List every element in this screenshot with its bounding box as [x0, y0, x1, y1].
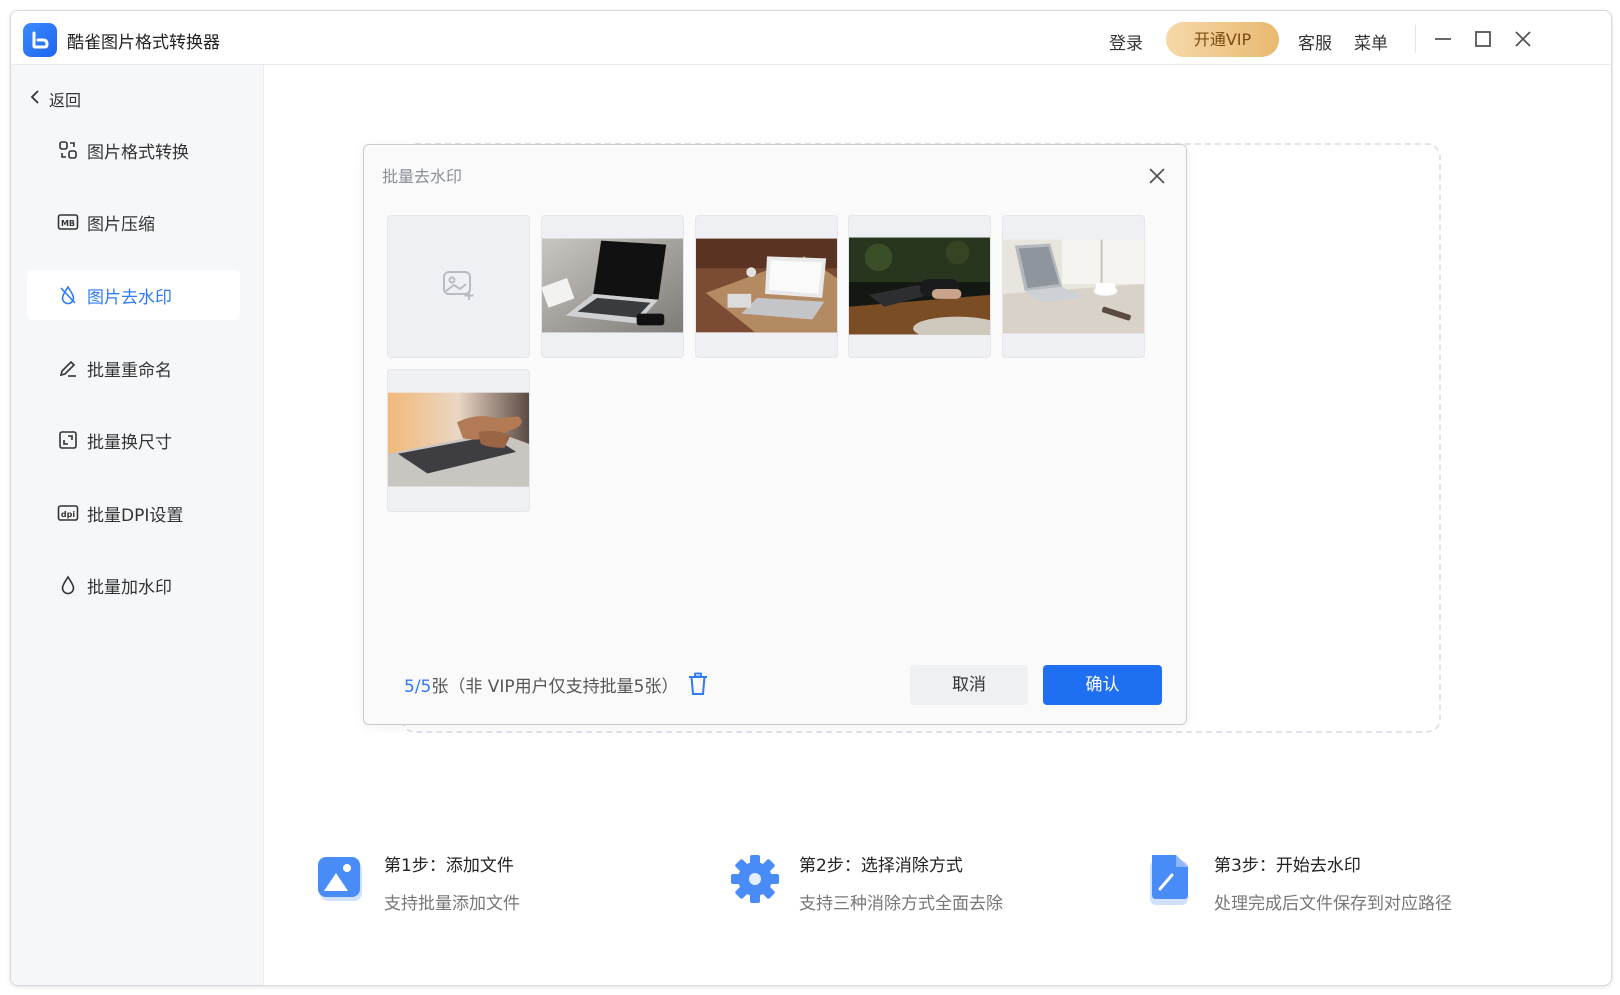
vip-button[interactable]: 开通VIP: [1166, 22, 1279, 57]
chevron-left-icon: [29, 89, 41, 109]
trash-icon[interactable]: [687, 672, 709, 696]
drop-icon: [57, 574, 79, 596]
laptop-photo: [542, 238, 683, 333]
image-thumbnail[interactable]: [1002, 215, 1145, 358]
image-add-icon: [442, 269, 476, 305]
app-title: 酷雀图片格式转换器: [67, 33, 220, 53]
pen-icon: [57, 357, 79, 379]
sidebar-item-add-watermark[interactable]: 批量加水印: [27, 560, 240, 610]
app-window: 酷雀图片格式转换器 登录 开通VIP 客服 菜单 返回 图片格式转换 MB 图片…: [10, 10, 1612, 986]
sidebar: 返回 图片格式转换 MB 图片压缩 图片去水印 批量重命名 批量换尺寸 dpi …: [11, 65, 264, 985]
laptop-photo: [696, 238, 837, 333]
mb-compress-icon: MB: [57, 211, 79, 233]
step-desc: 支持批量添加文件: [384, 894, 520, 914]
sidebar-item-resize[interactable]: 批量换尺寸: [27, 415, 240, 465]
count-note: 张（非 VIP用户仅支持批量5张）: [431, 677, 679, 697]
customer-service-link[interactable]: 客服: [1298, 29, 1332, 54]
sidebar-item-compress[interactable]: MB 图片压缩: [27, 197, 240, 247]
image-thumbnail[interactable]: [541, 215, 684, 358]
app-logo-icon: [23, 23, 57, 57]
batch-remove-watermark-dialog: 批量去水印 5/5张（非 VIP用户仅支持批量5张） 取消 确认: [363, 144, 1187, 725]
selection-count: 5/5张（非 VIP用户仅支持批量5张）: [404, 672, 678, 697]
svg-text:MB: MB: [61, 219, 75, 228]
sidebar-item-rename[interactable]: 批量重命名: [27, 343, 240, 393]
sidebar-item-label: 批量换尺寸: [87, 432, 172, 453]
laptop-photo: [849, 237, 990, 335]
count-current: 5/5: [404, 677, 432, 697]
divider: [1415, 25, 1416, 53]
minimize-icon[interactable]: [1431, 27, 1455, 51]
confirm-button[interactable]: 确认: [1043, 665, 1162, 705]
laptop-photo: [388, 392, 529, 487]
step-desc: 处理完成后文件保存到对应路径: [1214, 894, 1452, 914]
step-title: 第1步：添加文件: [384, 856, 514, 876]
add-image-tile[interactable]: [387, 215, 530, 358]
no-watermark-icon: [57, 284, 79, 306]
sidebar-item-label: 批量加水印: [87, 577, 172, 598]
svg-text:dpi: dpi: [61, 510, 75, 519]
dialog-title: 批量去水印: [382, 167, 463, 186]
image-thumbnail[interactable]: [695, 215, 838, 358]
sidebar-item-label: 图片去水印: [87, 287, 172, 308]
cancel-button[interactable]: 取消: [910, 665, 1028, 705]
sidebar-item-label: 批量重命名: [87, 360, 172, 381]
document-edit-icon: [1144, 851, 1200, 907]
sidebar-item-label: 批量DPI设置: [87, 505, 184, 526]
menu-link[interactable]: 菜单: [1354, 29, 1388, 54]
sidebar-item-dpi[interactable]: dpi 批量DPI设置: [27, 488, 240, 538]
format-convert-icon: [57, 139, 79, 161]
close-icon[interactable]: [1146, 165, 1168, 187]
sidebar-item-format-convert[interactable]: 图片格式转换: [27, 125, 240, 175]
gear-icon: [729, 851, 785, 907]
close-window-icon[interactable]: [1511, 27, 1535, 51]
dpi-icon: dpi: [57, 502, 79, 524]
back-label: 返回: [49, 91, 82, 110]
laptop-photo: [1003, 239, 1144, 334]
maximize-icon[interactable]: [1471, 27, 1495, 51]
back-button[interactable]: 返回: [29, 87, 81, 111]
login-link[interactable]: 登录: [1109, 29, 1143, 54]
step-desc: 支持三种消除方式全面去除: [799, 894, 1003, 914]
image-thumbnail[interactable]: [387, 369, 530, 512]
step-title: 第3步：开始去水印: [1214, 856, 1361, 876]
sidebar-item-label: 图片格式转换: [87, 142, 189, 163]
title-bar: 酷雀图片格式转换器 登录 开通VIP 客服 菜单: [11, 11, 1611, 65]
image-add-icon: [314, 851, 370, 907]
sidebar-item-label: 图片压缩: [87, 214, 155, 235]
step-title: 第2步：选择消除方式: [799, 856, 963, 876]
resize-icon: [57, 429, 79, 451]
image-thumbnail[interactable]: [848, 215, 991, 358]
sidebar-item-remove-watermark[interactable]: 图片去水印: [27, 270, 240, 320]
